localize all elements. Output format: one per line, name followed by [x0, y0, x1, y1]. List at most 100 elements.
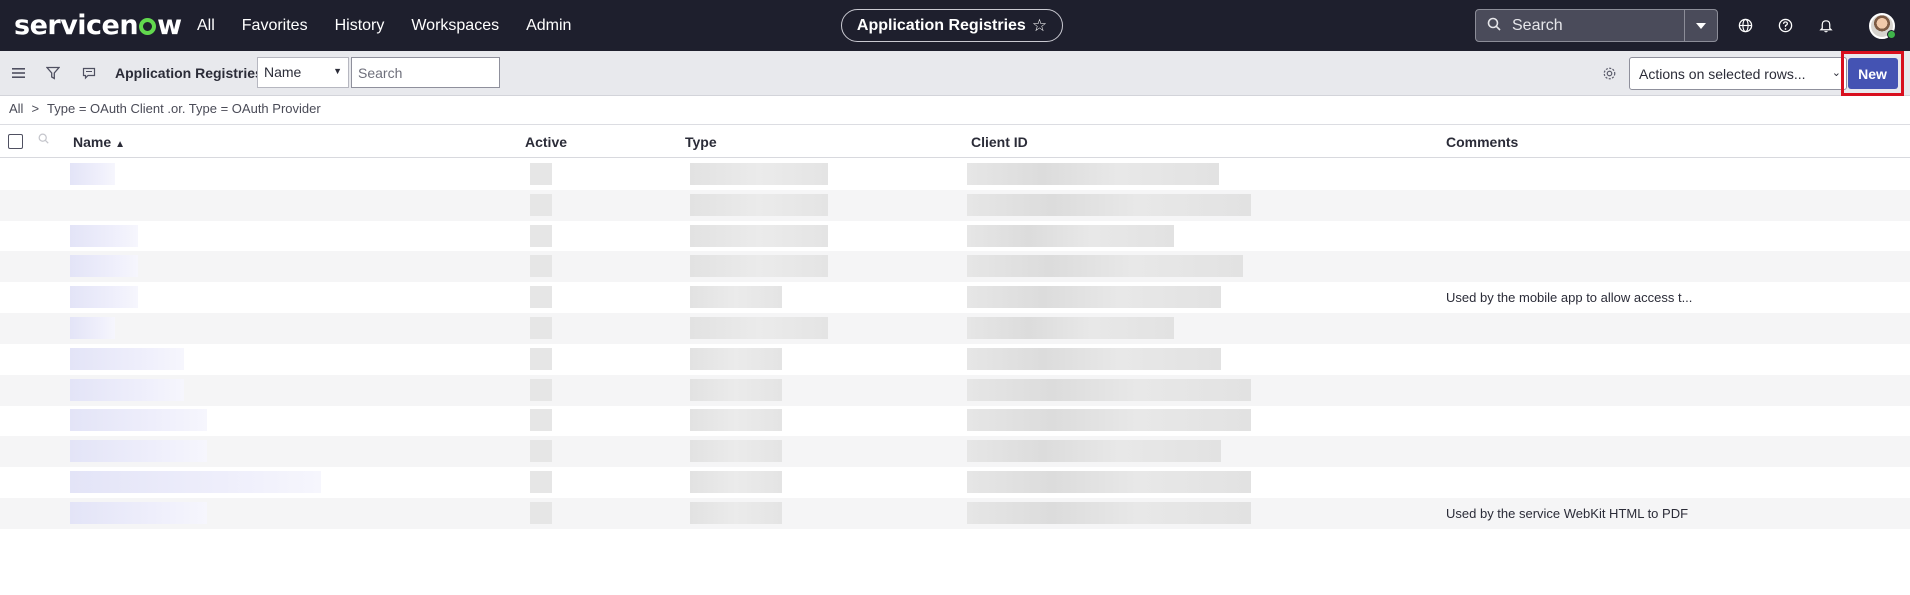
global-search[interactable]: Search — [1475, 9, 1718, 42]
redacted-client-id-cell — [967, 286, 1221, 309]
table-row[interactable] — [0, 313, 1910, 344]
top-navigation-bar: servicen w All Favorites History Workspac… — [0, 0, 1910, 51]
globe-icon[interactable] — [1734, 14, 1756, 36]
redacted-active-cell — [530, 317, 552, 339]
filter-icon[interactable] — [43, 63, 63, 83]
redacted-client-id-cell — [967, 409, 1251, 432]
column-search-icon[interactable] — [38, 133, 49, 147]
redacted-name-cell[interactable] — [70, 501, 207, 524]
table-row[interactable] — [0, 467, 1910, 498]
global-search-input[interactable]: Search — [1512, 17, 1684, 35]
breadcrumb: All > Type = OAuth Client .or. Type = OAut… — [9, 101, 329, 116]
chevron-down-icon: ⌄ — [1831, 67, 1841, 79]
redacted-type-cell — [690, 163, 828, 185]
breadcrumb-separator: > — [31, 101, 40, 116]
app-title-text: Application Registries — [856, 16, 1026, 34]
main-nav-links: All Favorites History Workspaces Admin — [197, 0, 598, 51]
search-field-select[interactable]: Name ▼ — [257, 57, 349, 88]
table-row[interactable] — [0, 344, 1910, 375]
redacted-type-cell — [690, 440, 782, 463]
new-button[interactable]: New — [1847, 58, 1898, 89]
redacted-type-cell — [690, 378, 782, 401]
table-row[interactable] — [0, 159, 1910, 190]
redacted-name-cell[interactable] — [70, 378, 184, 401]
table-header: Name ▲ Active Type Client ID Comments — [0, 125, 1910, 158]
redacted-name-cell[interactable] — [70, 440, 207, 463]
redacted-name-cell[interactable] — [70, 409, 207, 432]
redacted-name-cell[interactable] — [70, 347, 184, 370]
table-row[interactable] — [0, 405, 1910, 436]
table-row[interactable]: Used by the service WebKit HTML to PDF — [0, 497, 1910, 529]
redacted-type-cell — [690, 193, 828, 216]
search-scope-dropdown[interactable] — [1684, 10, 1717, 41]
table-row[interactable] — [0, 221, 1910, 252]
redacted-active-cell — [530, 163, 552, 185]
redacted-active-cell — [530, 286, 552, 309]
select-all-checkbox[interactable] — [8, 134, 23, 149]
comment-cell: Used by the mobile app to allow access t… — [1446, 290, 1693, 306]
redacted-client-id-cell — [967, 378, 1251, 401]
redacted-name-cell[interactable] — [70, 286, 138, 309]
help-icon[interactable] — [1774, 14, 1796, 36]
bell-icon[interactable] — [1815, 14, 1837, 36]
redacted-name-cell[interactable] — [70, 471, 321, 493]
redacted-active-cell — [530, 378, 552, 401]
nav-workspaces[interactable]: Workspaces — [411, 17, 499, 35]
nav-admin[interactable]: Admin — [526, 17, 571, 35]
column-header-active[interactable]: Active — [525, 134, 567, 150]
redacted-client-id-cell — [967, 255, 1243, 278]
actions-select[interactable]: Actions on selected rows... ⌄ — [1629, 57, 1847, 90]
redacted-active-cell — [530, 501, 552, 524]
table-row[interactable] — [0, 374, 1910, 406]
chevron-down-icon: ▼ — [333, 66, 342, 76]
online-status-dot — [1887, 30, 1896, 39]
redacted-client-id-cell — [967, 471, 1251, 493]
comment-cell: Used by the service WebKit HTML to PDF — [1446, 505, 1689, 521]
redacted-name-cell[interactable] — [70, 255, 138, 278]
redacted-active-cell — [530, 471, 552, 493]
redacted-client-id-cell — [967, 193, 1251, 216]
redacted-type-cell — [690, 317, 828, 339]
redacted-client-id-cell — [967, 501, 1251, 524]
redacted-name-cell[interactable] — [70, 163, 115, 185]
nav-all[interactable]: All — [197, 17, 215, 35]
user-avatar[interactable] — [1869, 13, 1896, 39]
redacted-type-cell — [690, 501, 782, 524]
app-title-pill[interactable]: Application Registries ☆ — [841, 9, 1063, 42]
redacted-client-id-cell — [967, 440, 1221, 463]
redacted-client-id-cell — [967, 224, 1174, 247]
comment-icon[interactable] — [79, 63, 99, 83]
table-row[interactable] — [0, 189, 1910, 221]
breadcrumb-all[interactable]: All — [9, 101, 23, 116]
favorite-star-icon[interactable]: ☆ — [1032, 16, 1047, 36]
breadcrumb-filter[interactable]: Type = OAuth Client .or. Type = OAuth Pr… — [47, 101, 321, 116]
redacted-name-cell[interactable] — [70, 317, 115, 339]
redacted-active-cell — [530, 255, 552, 278]
table-row[interactable] — [0, 436, 1910, 468]
column-header-client-id[interactable]: Client ID — [971, 134, 1028, 150]
sort-ascending-icon: ▲ — [115, 139, 126, 150]
redacted-name-cell[interactable] — [70, 224, 138, 247]
search-field-value: Name — [264, 64, 302, 80]
hamburger-menu-icon[interactable] — [8, 63, 28, 83]
list-search-input[interactable]: Search — [351, 57, 500, 88]
servicenow-logo[interactable]: servicen w — [14, 10, 182, 41]
actions-select-value: Actions on selected rows... — [1639, 66, 1806, 82]
column-header-type[interactable]: Type — [685, 134, 717, 150]
list-title: Application Registries — [115, 65, 263, 81]
column-header-comments[interactable]: Comments — [1446, 134, 1518, 150]
nav-history[interactable]: History — [335, 17, 385, 35]
list-toolbar: Application Registries Name ▼ Search Act… — [0, 51, 1910, 96]
redacted-active-cell — [530, 440, 552, 463]
gear-icon[interactable] — [1599, 63, 1619, 83]
redacted-client-id-cell — [967, 163, 1219, 185]
nav-favorites[interactable]: Favorites — [242, 17, 308, 35]
redacted-client-id-cell — [967, 347, 1221, 370]
redacted-type-cell — [690, 286, 782, 309]
table-row[interactable]: Used by the mobile app to allow access t… — [0, 282, 1910, 313]
search-icon — [1476, 17, 1512, 35]
column-header-name[interactable]: Name ▲ — [73, 134, 125, 150]
redacted-type-cell — [690, 224, 828, 247]
redacted-type-cell — [690, 409, 782, 432]
table-row[interactable] — [0, 251, 1910, 283]
